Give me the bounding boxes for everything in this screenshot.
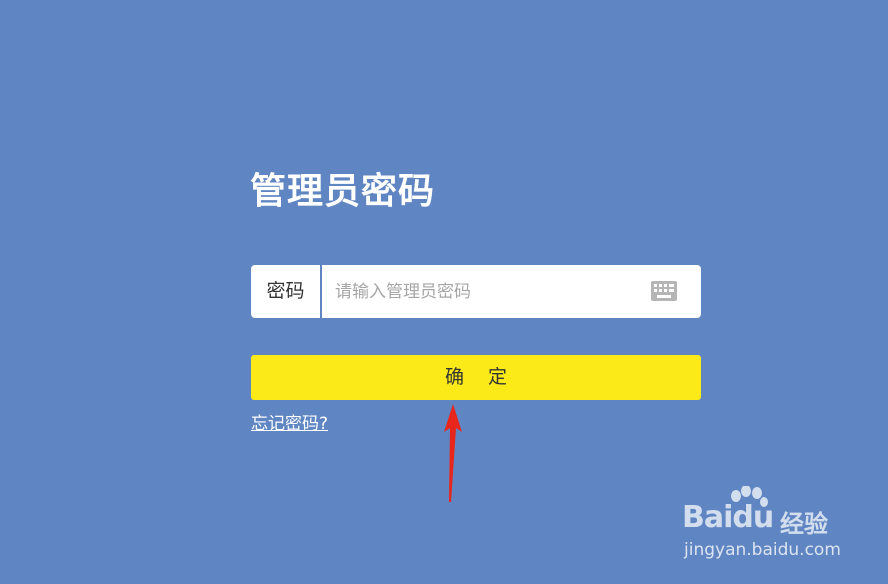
page-title: 管理员密码 [250, 171, 436, 212]
watermark-brand: Baidu [682, 500, 774, 535]
annotation-arrow-icon [444, 404, 462, 502]
field-divider [320, 265, 322, 318]
password-field-row: 密码 [251, 265, 701, 318]
keyboard-icon[interactable] [651, 281, 677, 301]
baidu-jingyan-watermark: Baidu 经验 jingyan.baidu.com [680, 486, 860, 566]
watermark-url: jingyan.baidu.com [684, 540, 841, 560]
forgot-password-link[interactable]: 忘记密码? [251, 412, 328, 436]
password-label: 密码 [266, 280, 305, 302]
password-input[interactable] [323, 265, 623, 318]
watermark-product: 经验 [780, 510, 828, 538]
confirm-button[interactable]: 确定 [251, 355, 701, 400]
